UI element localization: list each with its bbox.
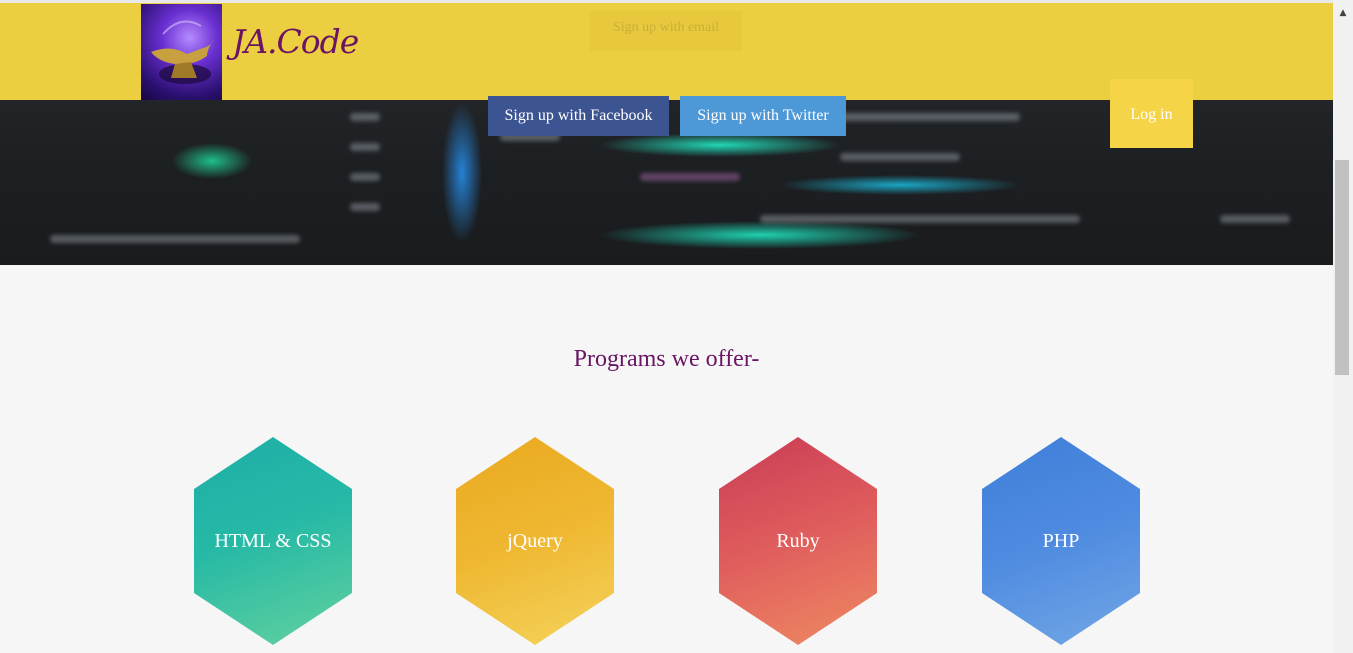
hero-blur-text <box>350 113 380 121</box>
program-card-jquery[interactable]: jQuery <box>456 437 614 645</box>
email-signup-button-faded[interactable]: Sign up with email <box>590 11 742 51</box>
hero-blur-text <box>760 215 1080 223</box>
signup-twitter-button[interactable]: Sign up with Twitter <box>680 96 846 136</box>
hero-blur-text <box>640 173 740 181</box>
program-label: PHP <box>1042 529 1080 552</box>
hero-blur-text <box>50 235 300 243</box>
hero-blur-text <box>350 143 380 151</box>
hero-blur-text <box>350 173 380 181</box>
brand-name[interactable]: JA.Code <box>232 22 359 61</box>
program-label: jQuery <box>507 529 563 552</box>
hero-blur-text <box>840 113 1020 121</box>
hero-blur-text <box>1220 215 1290 223</box>
vertical-scrollbar[interactable]: ▲ <box>1333 0 1353 653</box>
hero-blur-text <box>840 153 960 161</box>
program-card-ruby[interactable]: Ruby <box>719 437 877 645</box>
programs-section-title: Programs we offer- <box>573 346 760 372</box>
program-card-html-css[interactable]: HTML & CSS <box>194 437 352 645</box>
program-label: HTML & CSS <box>214 529 332 552</box>
magic-lamp-logo-icon[interactable] <box>141 4 222 100</box>
hero-blur-text <box>350 203 380 211</box>
program-label: Ruby <box>776 529 820 552</box>
program-card-php[interactable]: PHP <box>982 437 1140 645</box>
scrollbar-thumb[interactable] <box>1335 160 1349 375</box>
login-button[interactable]: Log in <box>1110 79 1193 148</box>
scroll-up-arrow-icon[interactable]: ▲ <box>1333 6 1353 20</box>
signup-facebook-button[interactable]: Sign up with Facebook <box>488 96 669 136</box>
